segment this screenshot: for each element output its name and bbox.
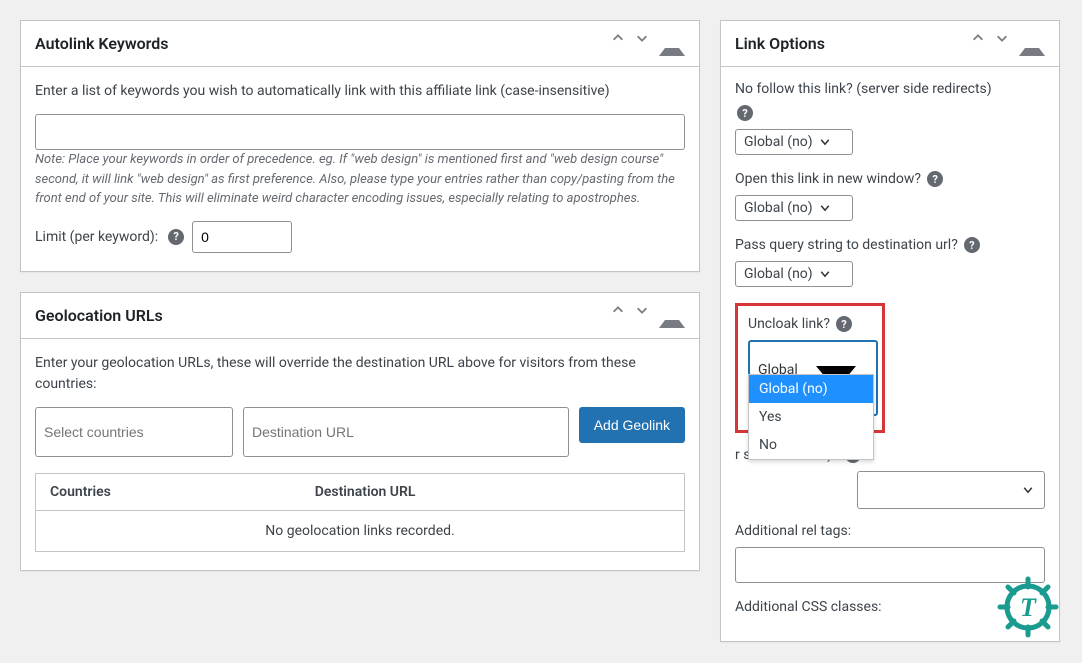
rel-tags-label: Additional rel tags: [735,523,1045,539]
geolocation-panel-header: Geolocation URLs [21,293,699,339]
help-icon[interactable]: ? [927,171,943,187]
geolocation-panel: Geolocation URLs Enter your geolocation … [20,292,700,571]
autolink-keywords-input[interactable] [35,114,685,150]
uncloak-highlight: Uncloak link? ? Global (no) Global (no) … [735,303,885,433]
autolink-intro: Enter a list of keywords you wish to aut… [35,81,685,102]
autolink-title: Autolink Keywords [35,34,169,53]
chevron-up-icon[interactable] [611,31,625,56]
uncloak-dropdown: Global (no) Yes No [748,374,874,460]
uncloak-label: Uncloak link? [748,316,830,332]
link-options-panel: Link Options No follow this link? (serve… [720,20,1060,642]
col-destination-url: Destination URL [301,473,685,510]
geolocation-intro: Enter your geolocation URLs, these will … [35,353,685,395]
limit-label: Limit (per keyword): [35,229,158,245]
new-window-label: Open this link in new window? [735,171,921,187]
help-icon[interactable]: ? [168,229,184,245]
option-no[interactable]: No [749,431,873,459]
geolocation-title: Geolocation URLs [35,306,163,325]
chevron-up-icon[interactable] [611,303,625,328]
svg-text:T: T [1020,593,1037,622]
collapse-toggle-icon[interactable] [1019,34,1045,56]
nofollow-select[interactable]: Global (no) [735,129,853,155]
destination-url-input[interactable] [243,407,569,457]
geolocation-table: Countries Destination URL No geolocation… [35,473,685,552]
autolink-panel-header: Autolink Keywords [21,21,699,67]
limit-input[interactable] [192,221,292,253]
select-countries-input[interactable] [35,407,233,457]
pass-query-select[interactable]: Global (no) [735,261,853,287]
autolink-note: Note: Place your keywords in order of pr… [35,150,685,209]
collapse-toggle-icon[interactable] [659,34,685,56]
chevron-down-icon[interactable] [635,31,649,56]
thirstyaffiliates-logo-icon: T [996,575,1060,639]
help-icon[interactable]: ? [964,237,980,253]
help-icon[interactable]: ? [737,105,753,121]
pass-query-label: Pass query string to destination url? [735,237,958,253]
autolink-panel: Autolink Keywords Enter a list of keywor… [20,20,700,272]
nofollow-label: No follow this link? (server side redire… [735,81,992,97]
redirect-type-select[interactable] [857,471,1045,509]
chevron-down-icon[interactable] [995,31,1009,56]
link-options-title: Link Options [735,34,825,53]
col-countries: Countries [36,473,301,510]
chevron-up-icon[interactable] [971,31,985,56]
chevron-down-icon[interactable] [635,303,649,328]
geolocation-empty-message: No geolocation links recorded. [36,510,685,551]
help-icon[interactable]: ? [836,316,852,332]
link-options-header: Link Options [721,21,1059,67]
option-yes[interactable]: Yes [749,403,873,431]
add-geolink-button[interactable]: Add Geolink [579,407,685,443]
option-global-no[interactable]: Global (no) [749,375,873,403]
new-window-select[interactable]: Global (no) [735,195,853,221]
collapse-toggle-icon[interactable] [659,306,685,328]
